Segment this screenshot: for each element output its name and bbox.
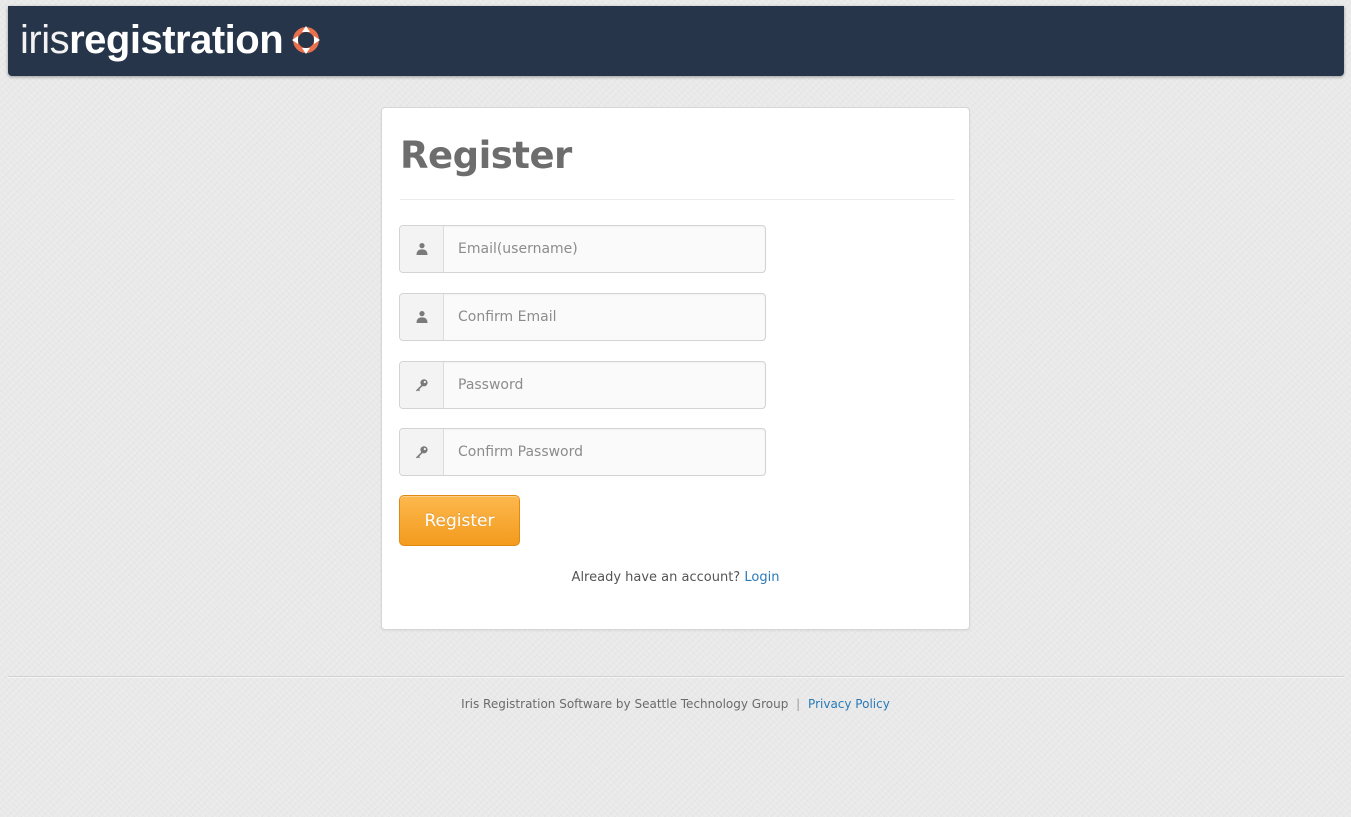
brand-text-bold: registration — [69, 17, 284, 62]
login-prompt-text: Already have an account? — [571, 570, 741, 585]
footer-credit: Iris Registration Software by Seattle Te… — [461, 697, 789, 711]
user-icon — [400, 226, 444, 272]
brand-logo-link[interactable]: iris registration — [20, 17, 323, 63]
email-input[interactable] — [444, 226, 765, 272]
iris-logo-icon — [292, 26, 321, 54]
page-title: Register — [400, 134, 572, 177]
footer-separator: | — [796, 697, 801, 711]
brand-text-light: iris — [20, 17, 70, 62]
key-icon — [400, 362, 444, 408]
user-icon — [400, 294, 444, 340]
password-field-group — [399, 361, 766, 409]
email-field-group — [399, 225, 766, 273]
top-navbar: iris registration — [8, 6, 1344, 76]
footer: Iris Registration Software by Seattle Te… — [0, 697, 1351, 711]
confirm-password-field-group — [399, 428, 766, 476]
key-icon — [400, 429, 444, 475]
register-button[interactable]: Register — [399, 495, 520, 546]
privacy-policy-link[interactable]: Privacy Policy — [808, 697, 890, 711]
confirm-email-input[interactable] — [444, 294, 765, 340]
footer-divider — [8, 676, 1344, 677]
login-link[interactable]: Login — [744, 570, 779, 585]
confirm-email-field-group — [399, 293, 766, 341]
title-divider — [400, 199, 955, 200]
confirm-password-input[interactable] — [444, 429, 765, 475]
register-card: Register Email(username) Confirm Email R… — [381, 107, 970, 630]
login-prompt: Already have an account? Login — [382, 570, 969, 585]
password-input[interactable] — [444, 362, 765, 408]
